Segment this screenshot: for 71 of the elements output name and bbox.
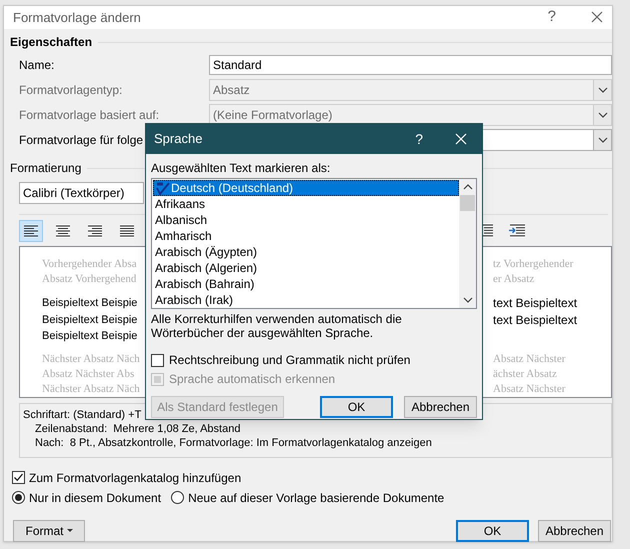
align-left-button[interactable]	[19, 220, 43, 242]
close-icon[interactable]	[591, 11, 603, 24]
field-label: Formatvorlage basiert auf:	[19, 106, 160, 124]
preview-ghost-text: Nächster Absatz Näch	[42, 382, 140, 397]
language-item[interactable]: Deutsch (Deutschland)	[153, 180, 459, 196]
format-menu-button[interactable]: Format	[13, 520, 85, 542]
preview-sample-text: text Beispieltext	[493, 312, 578, 329]
radio-button[interactable]	[12, 491, 25, 504]
preview-ghost-text: er Absatz	[493, 272, 536, 287]
radio-button[interactable]	[171, 491, 184, 504]
dialog-button[interactable]: OK	[456, 520, 529, 542]
preview-ghost-text: Absatz Nächster Abs	[42, 366, 134, 382]
preview-ghost-text: Absatz Nächster	[493, 352, 566, 367]
description-line: Zeilenabstand: Mehrere 1,08 Ze, Abstand	[35, 422, 240, 436]
checkbox-label: Rechtschreibung und Grammatik nicht prüfen	[169, 352, 410, 369]
radio-label: Neue auf dieser Vorlage basierende Dokumente	[188, 490, 444, 506]
info-text: Alle Korrekturhilfen verwenden automatisch die Wörterbücher der ausgewählten Sprache.	[151, 312, 403, 340]
radio-label: Nur in diesem Dokument	[29, 490, 162, 506]
chevron-down-icon	[598, 86, 608, 92]
checkbox-label: Zum Formatvorlagenkatalog hinzufügen	[29, 470, 242, 486]
scroll-down-icon	[462, 297, 472, 303]
language-item[interactable]: Albanisch	[153, 212, 459, 228]
preview-ghost-text: tz Vorhergehender	[493, 256, 574, 272]
dialog-title: Sprache	[154, 130, 204, 148]
align-center-icon	[55, 224, 71, 236]
dialog-button[interactable]: Abbrechen	[538, 520, 611, 542]
dialog-button[interactable]: OK	[320, 396, 393, 418]
preview-ghost-text: Nächster Absatz Näch	[42, 352, 140, 367]
preview-sample-text: Beispieltext Beispie	[42, 296, 138, 311]
increase-indent-icon[interactable]	[509, 224, 526, 237]
language-item[interactable]: Arabisch (Algerien)	[153, 260, 459, 276]
field-label: Name:	[19, 56, 54, 74]
language-item[interactable]: Arabisch (Bahrain)	[153, 276, 459, 292]
preview-sample-text: Beispieltext Beispie	[42, 329, 138, 344]
help-button[interactable]: ?	[415, 128, 423, 150]
language-item[interactable]: Arabisch (Irak)	[153, 292, 459, 308]
preview-sample-text: Beispieltext Beispie	[42, 312, 138, 328]
section-heading: Formatierung	[10, 160, 82, 177]
description-line: Nach: 8 Pt., Absatzkontrolle, Formatvorlage: Im Formatvorlagenkatalog anzeigen	[35, 436, 432, 450]
align-left-icon	[23, 224, 39, 236]
preview-sample-text: text Beispieltext	[493, 294, 578, 312]
align-justify-icon	[119, 224, 135, 236]
caret-icon	[66, 529, 72, 532]
preview-ghost-text: ächster Absatz	[493, 366, 558, 382]
spellcheck-icon	[156, 182, 170, 194]
dialog-button[interactable]: Abbrechen	[404, 396, 477, 418]
language-item[interactable]: Arabisch (Ägypten)	[153, 244, 459, 260]
scrollbar[interactable]	[459, 179, 476, 308]
checkbox[interactable]	[151, 354, 164, 366]
preview-ghost-text: Absatz Nächster	[493, 382, 566, 397]
description-line: Schriftart: (Standard) +T	[23, 408, 142, 422]
field-label: Formatvorlagentyp:	[19, 82, 122, 98]
language-item[interactable]: Afrikaans	[153, 196, 459, 212]
align-right-icon	[87, 224, 103, 236]
chevron-down-icon	[598, 136, 608, 142]
preview-ghost-text: Vorhergehender Absa	[42, 256, 137, 272]
font-dropdown[interactable]: Calibri (Textkörper)	[19, 182, 144, 204]
section-heading: Eigenschaften	[10, 34, 92, 51]
name-field[interactable]: Standard	[209, 54, 612, 74]
scroll-up-icon	[462, 184, 472, 190]
preview-ghost-text: Absatz Vorhergehend	[42, 272, 136, 287]
language-item[interactable]: Amharisch	[153, 228, 459, 244]
checkbox-label: Sprache automatisch erkennen	[169, 371, 336, 388]
scrollbar-thumb[interactable]	[460, 195, 475, 211]
chevron-down-icon	[598, 112, 608, 118]
window-title: Formatvorlage ändern	[13, 8, 142, 27]
checkbox[interactable]	[12, 471, 25, 484]
field-label: Formatvorlage für folge	[19, 132, 144, 148]
language-list[interactable]: Deutsch (Deutschland) Afrikaans Albanisch Amharisch Arabisch (Ägypten) Arabisch (Algerien) Arabisch (Bahrain) Arabisch (Irak)	[151, 178, 477, 309]
list-label: Ausgewählten Text markieren als:	[151, 161, 332, 175]
help-button[interactable]: ?	[548, 6, 556, 28]
